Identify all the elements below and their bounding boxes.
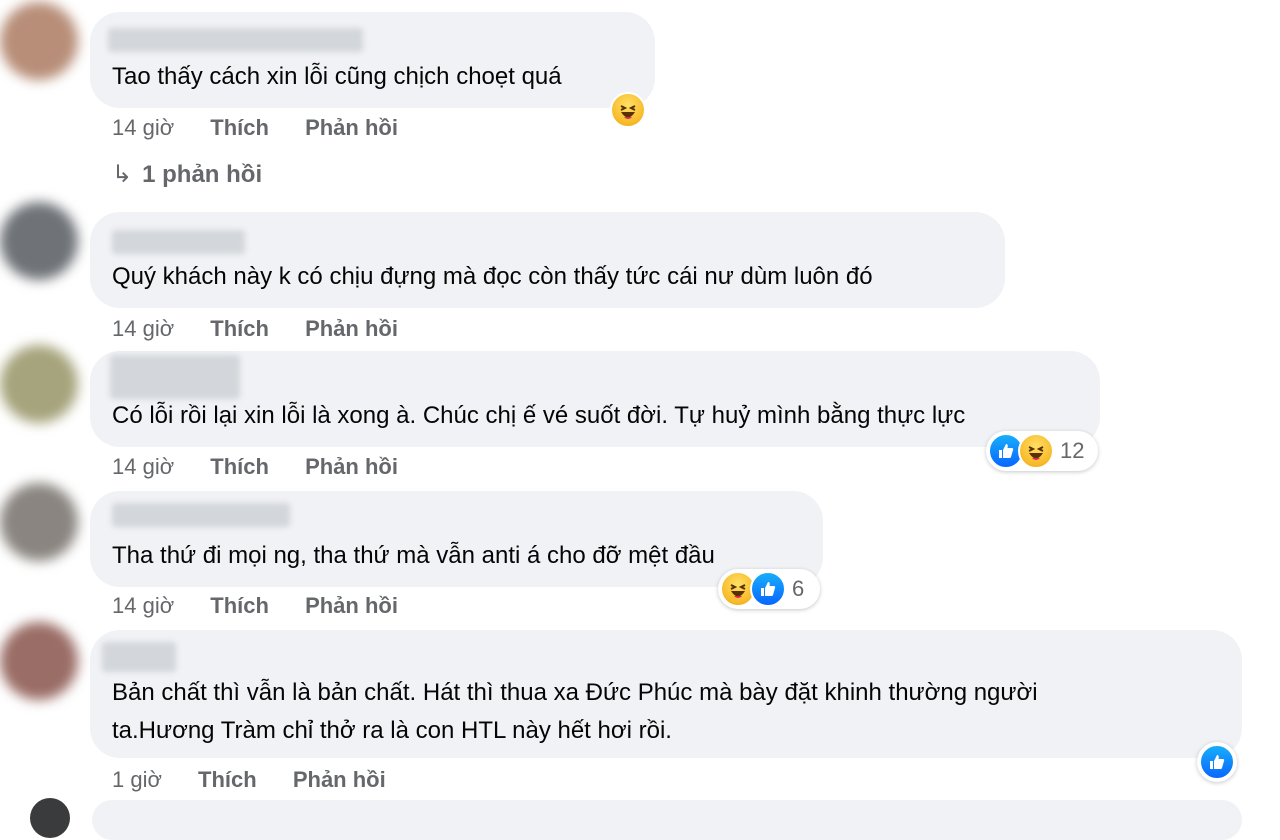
reaction-summary[interactable] [1197, 742, 1237, 782]
reply-arrow-icon: ↳ [112, 161, 133, 188]
avatar[interactable] [0, 202, 78, 280]
comment-bubble: Tha thứ đi mọi ng, tha thứ mà vẫn anti á… [90, 491, 823, 587]
comment-timestamp[interactable]: 14 giờ [112, 593, 174, 618]
comment-bubble: Bản chất thì vẫn là bản chất. Hát thì th… [90, 630, 1242, 758]
comment-text: Tao thấy cách xin lỗi cũng chịch choẹt q… [112, 63, 562, 90]
reply-link[interactable]: Phản hồi [305, 115, 398, 140]
reply-link[interactable]: Phản hồi [305, 454, 398, 479]
comment-bubble [92, 800, 1242, 840]
comment-bubble: Quý khách này k có chịu đựng mà đọc còn … [90, 212, 1005, 308]
like-icon [1199, 744, 1235, 780]
comment-meta: 14 giờ Thích Phản hồi [112, 593, 428, 619]
commenter-name-redacted[interactable] [110, 355, 240, 399]
like-link[interactable]: Thích [210, 454, 269, 479]
comment-bubble: Tao thấy cách xin lỗi cũng chịch choẹt q… [90, 12, 655, 108]
commenter-name-redacted[interactable] [112, 503, 290, 527]
view-replies-link[interactable]: ↳ 1 phản hồi [112, 160, 262, 189]
reaction-summary[interactable]: 12 [986, 431, 1098, 471]
comment-timestamp[interactable]: 14 giờ [112, 115, 174, 140]
comment-timestamp[interactable]: 1 giờ [112, 767, 162, 792]
avatar[interactable] [0, 2, 78, 80]
avatar[interactable] [0, 622, 78, 700]
like-link[interactable]: Thích [198, 767, 257, 792]
reply-link[interactable]: Phản hồi [305, 593, 398, 618]
comment-timestamp[interactable]: 14 giờ [112, 454, 174, 479]
comment-bubble: Có lỗi rồi lại xin lỗi là xong à. Chúc c… [90, 351, 1100, 447]
reaction-count: 6 [792, 576, 805, 601]
commenter-name-redacted[interactable] [108, 28, 363, 52]
comment-timestamp[interactable]: 14 giờ [112, 316, 174, 341]
avatar[interactable] [30, 798, 70, 838]
comment-text-line: ta.Hương Tràm chỉ thở ra là con HTL này … [112, 717, 672, 744]
haha-icon [1018, 433, 1054, 469]
avatar[interactable] [0, 345, 78, 423]
commenter-name-redacted[interactable] [102, 642, 176, 672]
like-link[interactable]: Thích [210, 593, 269, 618]
view-replies-label: 1 phản hồi [142, 161, 263, 188]
reaction-count: 12 [1060, 438, 1085, 463]
comment-meta: 14 giờ Thích Phản hồi [112, 115, 428, 141]
comment-text: Có lỗi rồi lại xin lỗi là xong à. Chúc c… [112, 402, 966, 429]
like-icon [750, 571, 786, 607]
comment-text-line: Bản chất thì vẫn là bản chất. Hát thì th… [112, 679, 1038, 706]
commenter-name-redacted[interactable] [112, 230, 245, 254]
reply-link[interactable]: Phản hồi [293, 767, 386, 792]
avatar[interactable] [0, 483, 78, 561]
haha-icon [610, 92, 646, 128]
like-link[interactable]: Thích [210, 115, 269, 140]
reaction-summary[interactable] [610, 90, 650, 130]
comment-meta: 14 giờ Thích Phản hồi [112, 316, 428, 342]
reply-link[interactable]: Phản hồi [305, 316, 398, 341]
comment-text: Tha thứ đi mọi ng, tha thứ mà vẫn anti á… [112, 542, 715, 569]
comment-meta: 14 giờ Thích Phản hồi [112, 454, 428, 480]
like-link[interactable]: Thích [210, 316, 269, 341]
comment-text: Quý khách này k có chịu đựng mà đọc còn … [112, 263, 873, 290]
reaction-summary[interactable]: 6 [718, 569, 820, 609]
comment-meta: 1 giờ Thích Phản hồi [112, 767, 416, 793]
